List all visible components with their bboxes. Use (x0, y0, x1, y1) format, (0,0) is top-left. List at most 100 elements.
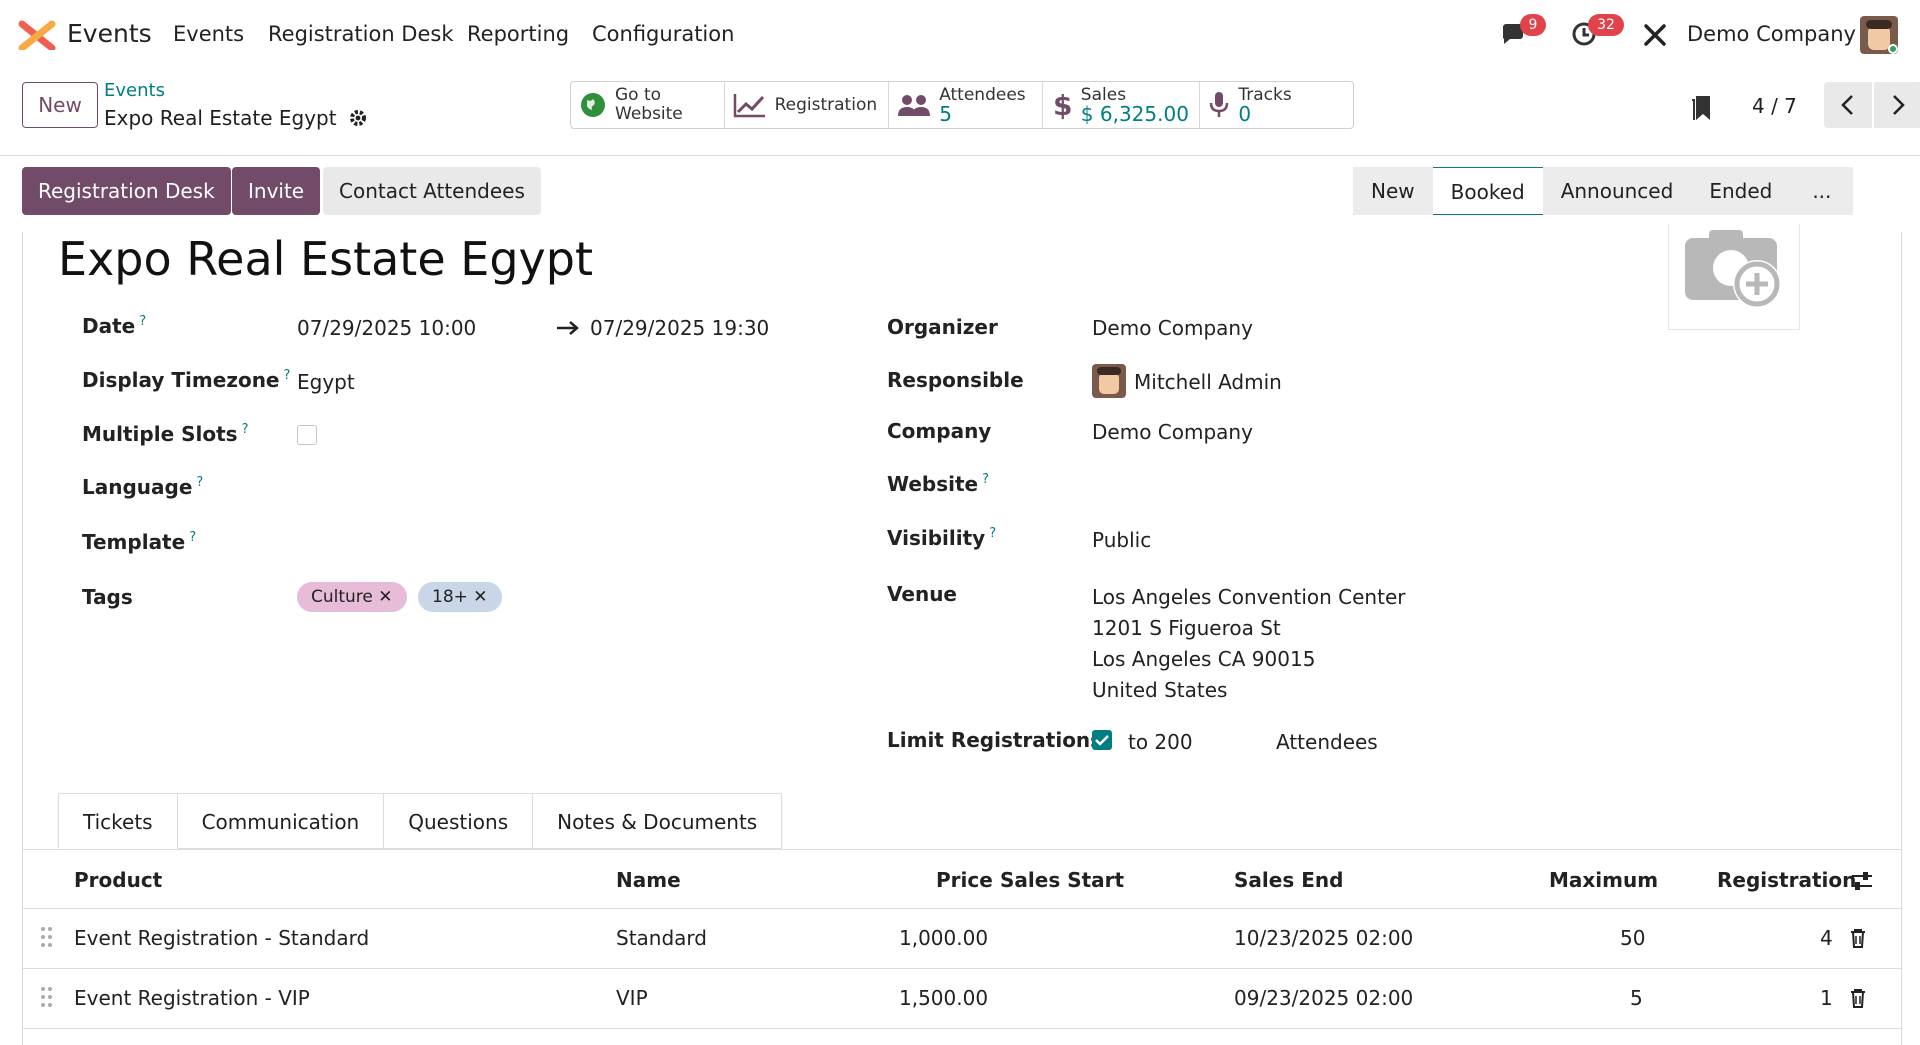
tab-notes-documents[interactable]: Notes & Documents (533, 793, 783, 849)
sales-text: Sales $ 6,325.00 (1081, 86, 1189, 125)
column-product[interactable]: Product (74, 868, 162, 892)
website-text: Go to Website (615, 86, 683, 124)
column-price[interactable]: Price (936, 868, 993, 892)
limit-registrations-checkbox[interactable] (1092, 730, 1112, 750)
tab-questions[interactable]: Questions (384, 793, 534, 849)
attendees-button[interactable]: Attendees 5 (889, 82, 1043, 128)
visibility-field[interactable]: Public (1092, 528, 1151, 552)
image-upload[interactable] (1668, 224, 1800, 330)
date-start[interactable]: 07/29/2025 10:00 (297, 316, 476, 340)
user-avatar[interactable] (1860, 16, 1898, 54)
venue-line: Los Angeles Convention Center (1092, 585, 1406, 609)
new-button[interactable]: New (22, 82, 98, 128)
row-divider (22, 1028, 1902, 1029)
help-icon[interactable]: ? (139, 314, 146, 329)
drag-handle-icon[interactable] (40, 986, 54, 1008)
activities-button[interactable]: 32 (1570, 14, 1624, 50)
drag-handle-icon[interactable] (40, 926, 54, 948)
limit-value[interactable]: to 200 (1128, 730, 1193, 754)
limit-registrations-label: Limit Registrations (887, 728, 1103, 752)
stage-more[interactable]: ... (1790, 167, 1853, 215)
help-icon[interactable]: ? (982, 472, 989, 487)
date-end[interactable]: 07/29/2025 19:30 (590, 316, 769, 340)
ticket-price[interactable]: 1,500.00 (899, 986, 988, 1010)
visibility-label: Visibility? (887, 526, 996, 550)
app-name[interactable]: Events (67, 19, 152, 48)
breadcrumb-current: Expo Real Estate Egypt (104, 106, 367, 130)
ticket-product[interactable]: Event Registration - Standard (74, 926, 369, 950)
column-sales-end[interactable]: Sales End (1234, 868, 1343, 892)
menu-configuration[interactable]: Configuration (592, 22, 734, 46)
organizer-field[interactable]: Demo Company (1092, 316, 1253, 340)
registration-button[interactable]: Registration (725, 82, 890, 128)
bookmark-icon[interactable] (1690, 94, 1712, 122)
company-switcher[interactable]: Demo Company (1687, 22, 1856, 46)
breadcrumb-current-label: Expo Real Estate Egypt (104, 106, 337, 130)
help-icon[interactable]: ? (189, 530, 196, 545)
invite-button[interactable]: Invite (232, 167, 321, 215)
pager-previous[interactable] (1824, 82, 1872, 128)
trash-icon[interactable] (1849, 988, 1867, 1008)
gear-icon[interactable] (349, 109, 367, 127)
stage-announced[interactable]: Announced (1543, 167, 1692, 215)
tag-culture[interactable]: Culture ✕ (297, 582, 407, 612)
tag-remove-icon[interactable]: ✕ (473, 587, 487, 607)
ticket-maximum[interactable]: 5 (1630, 986, 1643, 1010)
stage-booked[interactable]: Booked (1432, 167, 1543, 215)
column-name[interactable]: Name (616, 868, 681, 892)
ticket-sales-end[interactable]: 10/23/2025 02:00 (1234, 926, 1413, 950)
responsible-field[interactable]: Mitchell Admin (1134, 370, 1282, 394)
attendees-text: Attendees 5 (939, 85, 1026, 125)
menu-registration-desk[interactable]: Registration Desk (268, 22, 454, 46)
users-icon (898, 95, 931, 116)
company-field[interactable]: Demo Company (1092, 420, 1253, 444)
multiple-slots-checkbox[interactable] (297, 425, 317, 445)
registration-desk-button[interactable]: Registration Desk (22, 167, 231, 215)
go-to-website-button[interactable]: Go to Website (571, 82, 725, 128)
ticket-maximum[interactable]: 50 (1620, 926, 1645, 950)
column-settings-icon[interactable] (1850, 870, 1874, 892)
ticket-name[interactable]: VIP (616, 986, 648, 1010)
tracks-button[interactable]: Tracks 0 (1200, 82, 1353, 128)
ticket-product[interactable]: Event Registration - VIP (74, 986, 310, 1010)
ticket-sales-end[interactable]: 09/23/2025 02:00 (1234, 986, 1413, 1010)
tag-remove-icon[interactable]: ✕ (378, 587, 392, 607)
microphone-icon (1210, 92, 1229, 117)
activities-badge: 32 (1588, 14, 1624, 36)
help-icon[interactable]: ? (242, 422, 249, 437)
debug-tools-icon[interactable] (1642, 22, 1668, 48)
stage-ended[interactable]: Ended (1691, 167, 1790, 215)
timezone-field[interactable]: Egypt (297, 370, 355, 394)
venue-field[interactable]: Los Angeles Convention Center 1201 S Fig… (1092, 582, 1405, 706)
language-label-text: Language (82, 475, 193, 499)
attendees-label: Attendees (939, 85, 1026, 105)
ticket-name[interactable]: Standard (616, 926, 707, 950)
column-registration[interactable]: Registration (1717, 868, 1856, 892)
chevron-right-icon (1893, 95, 1905, 115)
tab-tickets[interactable]: Tickets (58, 793, 178, 849)
column-maximum[interactable]: Maximum (1549, 868, 1658, 892)
help-icon[interactable]: ? (989, 526, 996, 541)
venue-label: Venue (887, 582, 957, 606)
messages-button[interactable]: 9 (1500, 14, 1546, 50)
date-label-text: Date (82, 314, 136, 338)
help-icon[interactable]: ? (196, 475, 203, 490)
event-title[interactable]: Expo Real Estate Egypt (58, 232, 593, 286)
pager-value[interactable]: 4 / 7 (1752, 94, 1797, 118)
check-icon (1095, 735, 1109, 746)
ticket-price[interactable]: 1,000.00 (899, 926, 988, 950)
menu-reporting[interactable]: Reporting (467, 22, 569, 46)
trash-icon[interactable] (1849, 928, 1867, 948)
column-sales-start[interactable]: Sales Start (1000, 868, 1124, 892)
help-icon[interactable]: ? (284, 368, 291, 383)
contact-attendees-button[interactable]: Contact Attendees (323, 167, 541, 215)
stage-new[interactable]: New (1353, 167, 1433, 215)
menu-events[interactable]: Events (173, 22, 244, 46)
odoo-app-icon[interactable] (18, 20, 56, 50)
stage-statusbar: New Booked Announced Ended ... (1353, 167, 1854, 215)
tab-communication[interactable]: Communication (177, 793, 385, 849)
sales-button[interactable]: $ Sales $ 6,325.00 (1043, 82, 1201, 128)
pager-next[interactable] (1874, 82, 1920, 128)
tag-18plus[interactable]: 18+ ✕ (418, 582, 502, 612)
breadcrumb-events[interactable]: Events (104, 80, 165, 101)
